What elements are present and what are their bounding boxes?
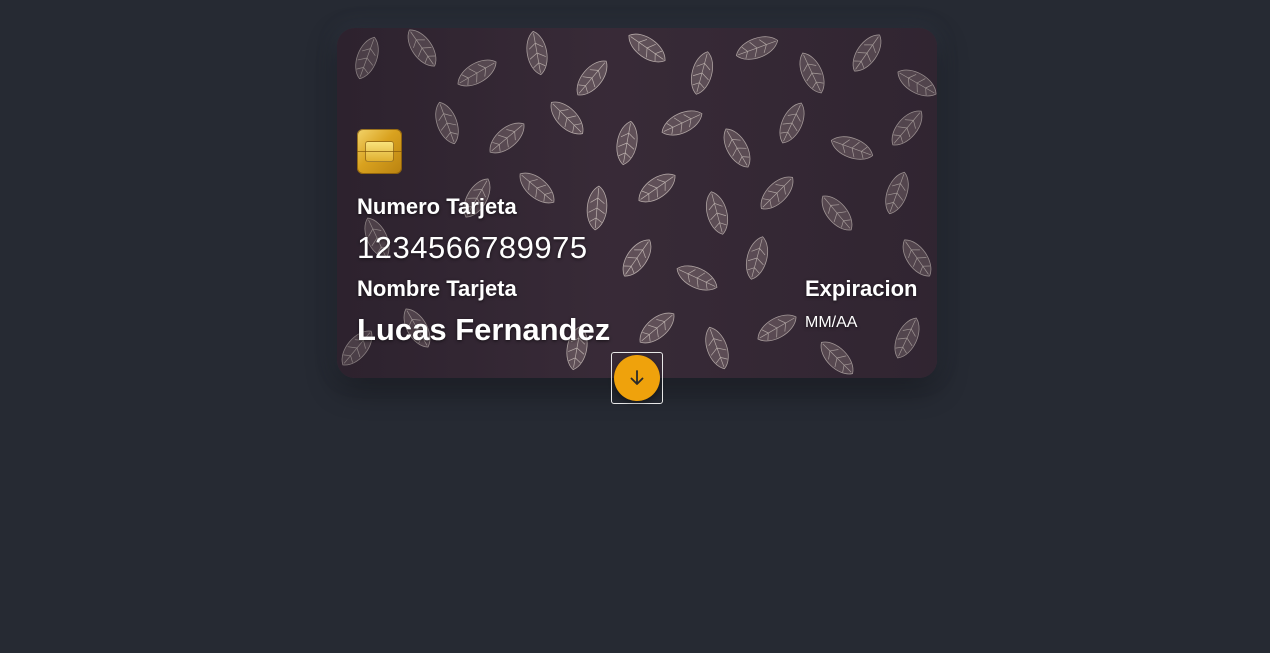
chip-icon (357, 129, 402, 174)
expiration-value: MM/AA (805, 314, 858, 331)
card-name-value: Lucas Fernandez (357, 312, 611, 347)
card-number-label: Numero Tarjeta (357, 194, 517, 219)
card-name-label: Nombre Tarjeta (357, 276, 517, 301)
toggle-button-circle (614, 355, 660, 401)
credit-card-preview: Numero Tarjeta 1234566789975 Nombre Tarj… (337, 28, 937, 378)
arrow-down-icon (630, 370, 644, 385)
expiration-label: Expiracion (805, 276, 918, 301)
card-number-value: 1234566789975 (357, 230, 588, 265)
toggle-form-button[interactable] (611, 352, 663, 404)
